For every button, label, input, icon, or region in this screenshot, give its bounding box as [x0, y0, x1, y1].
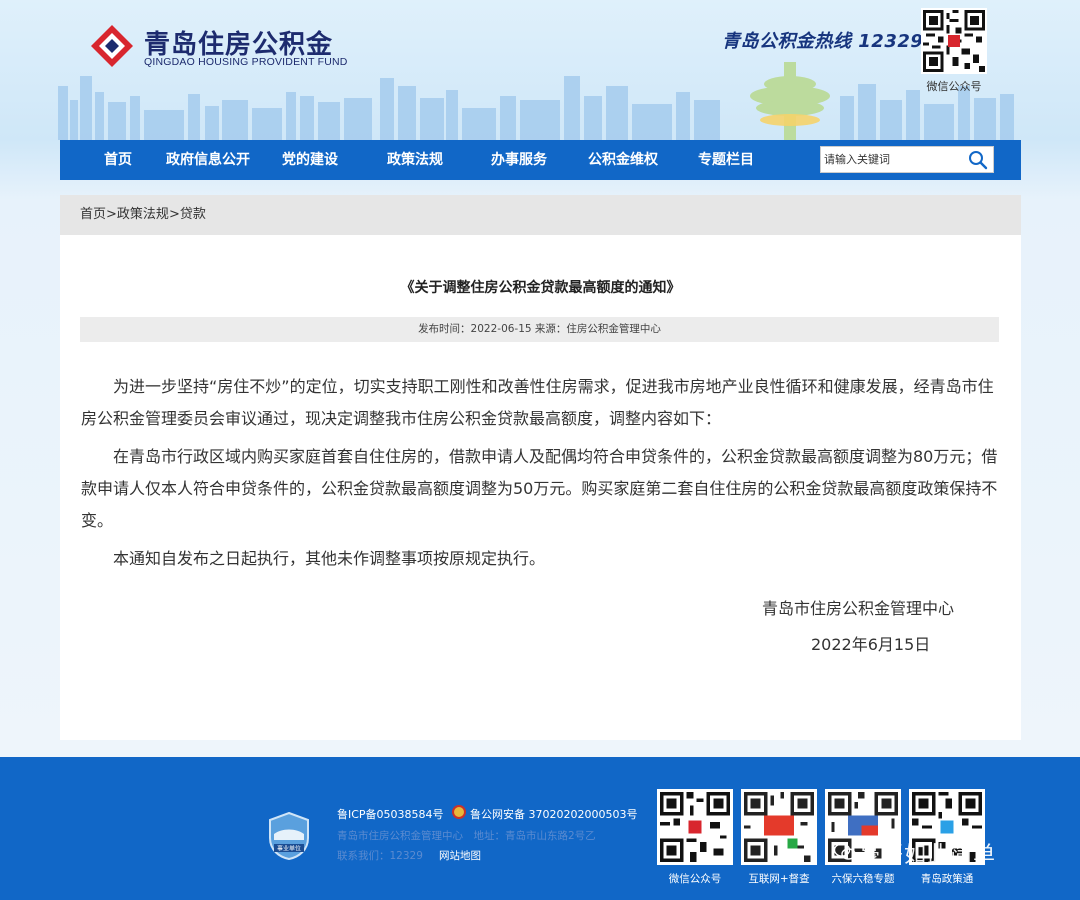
search-box	[820, 146, 994, 173]
hotline-text: 青岛公积金热线 12329	[722, 31, 924, 52]
qr-caption: 青岛政策通	[920, 873, 974, 885]
logo-english-name: QINGDAO HOUSING PROVIDENT FUND	[144, 56, 348, 68]
article-paragraph: 本通知自发布之日起执行，其他未作调整事项按原规定执行。	[113, 549, 546, 568]
qr-caption: 六保六稳专题	[831, 873, 895, 885]
internet-supervision-qr-code-icon	[741, 789, 817, 865]
icp-link[interactable]: 鲁ICP备05038584号	[337, 806, 444, 822]
watermark-text: 豪哥如此简单	[858, 843, 997, 868]
footer-qr-wechat[interactable]: 微信公众号	[657, 789, 733, 886]
qr-caption: 微信公众号	[668, 873, 722, 885]
police-emblem-icon	[452, 805, 466, 819]
badge-label: 事业单位	[277, 845, 301, 853]
article-panel: 首页>政策法规>贷款 《关于调整住房公积金贷款最高额度的通知》 发布时间：202…	[60, 195, 1021, 740]
breadcrumb-home[interactable]: 首页	[80, 207, 106, 222]
breadcrumb-loans[interactable]: 贷款	[180, 207, 206, 222]
article-meta: 发布时间：2022-06-15 来源：住房公积金管理中心	[80, 317, 999, 342]
article-paragraph: 在青岛市行政区域内购买家庭首套自住住房的，借款申请人及配偶均符合申贷条件的，公积…	[81, 447, 998, 530]
footer-contact: 联系我们：12329	[337, 850, 423, 862]
nav-item-home[interactable]: 首页	[90, 140, 146, 180]
search-icon[interactable]	[967, 149, 989, 171]
site-logo[interactable]: 青岛住房公积金 QINGDAO HOUSING PROVIDENT FUND	[88, 22, 348, 72]
search-input[interactable]	[821, 147, 961, 172]
footer-qr-internet-supervision[interactable]: 互联网+督查	[741, 789, 817, 886]
sitemap-link[interactable]: 网站地图	[439, 848, 481, 863]
qr-caption: 互联网+督查	[748, 873, 810, 885]
nav-item-gov-info[interactable]: 政府信息公开	[160, 140, 256, 180]
breadcrumb-policy[interactable]: 政策法规	[117, 207, 169, 222]
breadcrumb: 首页>政策法规>贷款	[60, 195, 1021, 235]
police-record-link[interactable]: 鲁公网安备 37020202000503号	[470, 806, 637, 822]
house-logo-icon	[91, 25, 133, 67]
site-header: 青岛住房公积金 QINGDAO HOUSING PROVIDENT FUND 青…	[0, 0, 1080, 140]
nav-item-party[interactable]: 党的建设	[274, 140, 346, 180]
article-body: 为进一步坚持“房住不炒”的定位，切实支持职工刚性和改善性住房需求，促进我市房地产…	[81, 371, 999, 581]
article-title: 《关于调整住房公积金贷款最高额度的通知》	[400, 280, 681, 296]
nav-item-topics[interactable]: 专题栏目	[690, 140, 762, 180]
footer-org-address: 青岛市住房公积金管理中心 地址：青岛市山东路2号乙	[337, 830, 596, 842]
breadcrumb-separator: >	[168, 207, 180, 222]
nav-item-policy[interactable]: 政策法规	[379, 140, 451, 180]
nav-item-services[interactable]: 办事服务	[483, 140, 555, 180]
nav-item-rights[interactable]: 公积金维权	[582, 140, 664, 180]
article-date: 2022年6月15日	[811, 635, 931, 654]
wechat-qr-code-icon	[921, 8, 987, 74]
wechat-watermark-icon	[834, 843, 856, 860]
public-institution-badge-icon[interactable]: 事业单位	[268, 812, 310, 860]
wechat-qr-caption: 微信公众号	[926, 80, 982, 93]
site-footer: 事业单位 鲁ICP备05038584号 鲁公网安备 37020202000503…	[0, 757, 1080, 900]
article-paragraph: 为进一步坚持“房住不炒”的定位，切实支持职工刚性和改善性住房需求，促进我市房地产…	[81, 377, 994, 428]
article-signature: 青岛市住房公积金管理中心	[762, 599, 955, 618]
main-nav: 首页 政府信息公开 党的建设 政策法规 办事服务 公积金维权 专题栏目	[60, 140, 1021, 180]
breadcrumb-separator: >	[106, 207, 117, 222]
wechat-qr-code-icon	[657, 789, 733, 865]
